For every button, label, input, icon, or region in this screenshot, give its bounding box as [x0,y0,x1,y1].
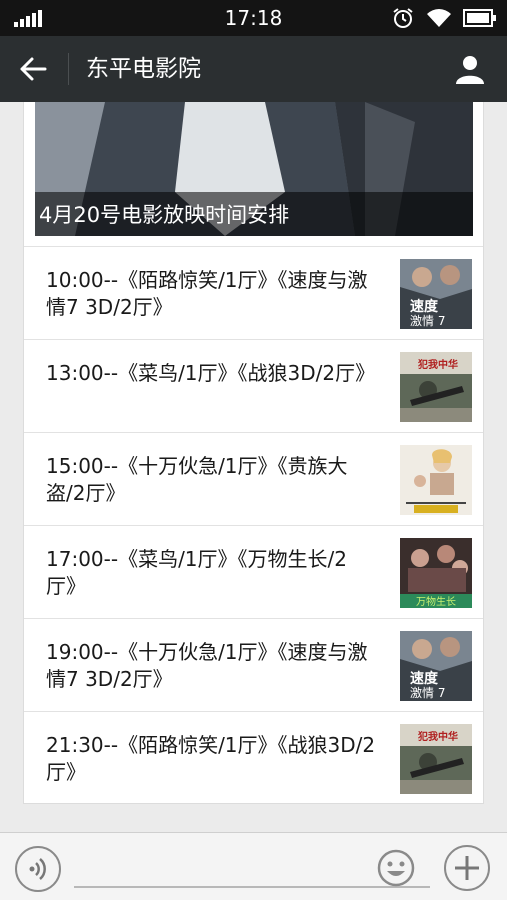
voice-button[interactable] [15,846,61,892]
emoji-icon[interactable] [377,849,415,887]
page-title: 东平电影院 [86,56,201,82]
wolf-warrior-poster: 犯我中华 [400,352,472,422]
alarm-icon [393,8,413,28]
voice-icon [29,858,46,880]
svg-text:激情 7: 激情 7 [410,314,445,328]
schedule-row[interactable]: 13:00--《菜鸟/1厅》《战狼3D/2厅》 犯我中华 [24,339,483,432]
schedule-row[interactable]: 15:00--《十万伙急/1厅》《贵族大盗/2厅》 [24,432,483,525]
hero-caption-text: 4月20号电影放映时间安排 [39,203,290,227]
svg-text:万物生长: 万物生长 [416,595,456,608]
schedule-list: 10:00--《陌路惊笑/1厅》《速度与激情7 3D/2厅》 速度 激情 7 1… [24,246,483,804]
user-icon[interactable] [455,54,485,84]
schedule-row[interactable]: 10:00--《陌路惊笑/1厅》《速度与激情7 3D/2厅》 速度 激情 7 [24,246,483,339]
schedule-row[interactable]: 19:00--《十万伙急/1厅》《速度与激情7 3D/2厅》 速度 激情 7 [24,618,483,711]
battery-icon [463,9,496,27]
mortdecai-poster [400,445,472,515]
wifi-icon [427,9,451,27]
article-card[interactable]: 4月20号电影放映时间安排 10:00--《陌路惊笑/1厅》《速度与激情7 3D… [23,102,484,804]
schedule-row[interactable]: 21:30--《陌路惊笑/1厅》《战狼3D/2厅》 犯我中华 [24,711,483,804]
schedule-text: 19:00--《十万伙急/1厅》《速度与激情7 3D/2厅》 [46,640,368,691]
svg-text:速度: 速度 [410,670,439,687]
more-button[interactable] [444,845,490,891]
status-bar: 17:18 [0,0,507,36]
svg-text:犯我中华: 犯我中华 [417,358,458,371]
wanwu-poster: 万物生长 [400,538,472,608]
plus-icon [455,856,479,880]
top-nav-bar: 东平电影院 [0,36,507,102]
schedule-text: 13:00--《菜鸟/1厅》《战狼3D/2厅》 [46,361,376,385]
message-content[interactable]: 4月20号电影放映时间安排 10:00--《陌路惊笑/1厅》《速度与激情7 3D… [0,102,507,832]
schedule-row[interactable]: 17:00--《菜鸟/1厅》《万物生长/2厅》 万物生长 [24,525,483,618]
chat-input-bar [0,832,507,900]
hero-caption: 4月20号电影放映时间安排 [35,192,473,236]
hero-image[interactable]: 4月20号电影放映时间安排 [35,102,473,236]
back-arrow-icon[interactable] [18,55,48,83]
schedule-text: 10:00--《陌路惊笑/1厅》《速度与激情7 3D/2厅》 [46,268,368,319]
nav-divider [68,53,69,85]
svg-text:犯我中华: 犯我中华 [417,730,458,743]
svg-text:速度: 速度 [410,298,439,315]
fast-furious-poster: 速度 激情 7 [400,259,472,329]
fast-furious-poster: 速度 激情 7 [400,631,472,701]
schedule-text: 17:00--《菜鸟/1厅》《万物生长/2厅》 [46,547,347,598]
svg-text:激情 7: 激情 7 [410,686,445,700]
schedule-text: 15:00--《十万伙急/1厅》《贵族大盗/2厅》 [46,454,348,505]
schedule-text: 21:30--《陌路惊笑/1厅》《战狼3D/2厅》 [46,733,376,784]
wolf-warrior-poster: 犯我中华 [400,724,472,794]
